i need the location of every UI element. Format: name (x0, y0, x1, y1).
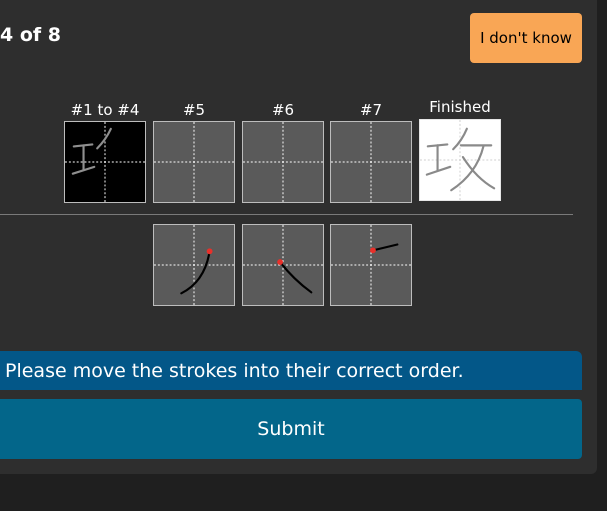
slot-stroke-6[interactable] (242, 121, 324, 203)
quiz-panel: 4 of 8 I don't know #1 to #4 #5 #6 #7 Fi… (0, 0, 597, 474)
slot-stroke-7[interactable] (330, 121, 412, 203)
progress-counter: 4 of 8 (0, 24, 61, 46)
stroke-start-marker (277, 259, 283, 265)
partial-character-drawing (65, 122, 145, 202)
slot-label-5: #5 (182, 101, 206, 119)
dont-know-button[interactable]: I don't know (470, 13, 582, 63)
stroke-fall-down-right (243, 225, 323, 305)
slot-strokes-1-4 (64, 121, 146, 203)
slot-label-7: #7 (359, 101, 383, 119)
candidate-stroke-2[interactable] (242, 224, 324, 306)
candidate-stroke-3[interactable] (330, 224, 412, 306)
finished-character-image (420, 120, 500, 200)
slot-label-1-4: #1 to #4 (70, 101, 140, 119)
section-divider (0, 214, 573, 215)
stroke-short-rising (331, 225, 411, 305)
slot-label-finished: Finished (429, 98, 491, 116)
candidate-stroke-1[interactable] (153, 224, 235, 306)
stroke-start-marker (370, 247, 376, 254)
slot-label-6: #6 (271, 101, 295, 119)
submit-button[interactable]: Submit (0, 399, 582, 459)
instruction-message: Please move the strokes into their corre… (0, 351, 582, 390)
slot-stroke-5[interactable] (153, 121, 235, 203)
slot-finished (419, 119, 501, 201)
stroke-curve-down-left (154, 225, 234, 305)
stroke-start-marker (206, 248, 213, 255)
